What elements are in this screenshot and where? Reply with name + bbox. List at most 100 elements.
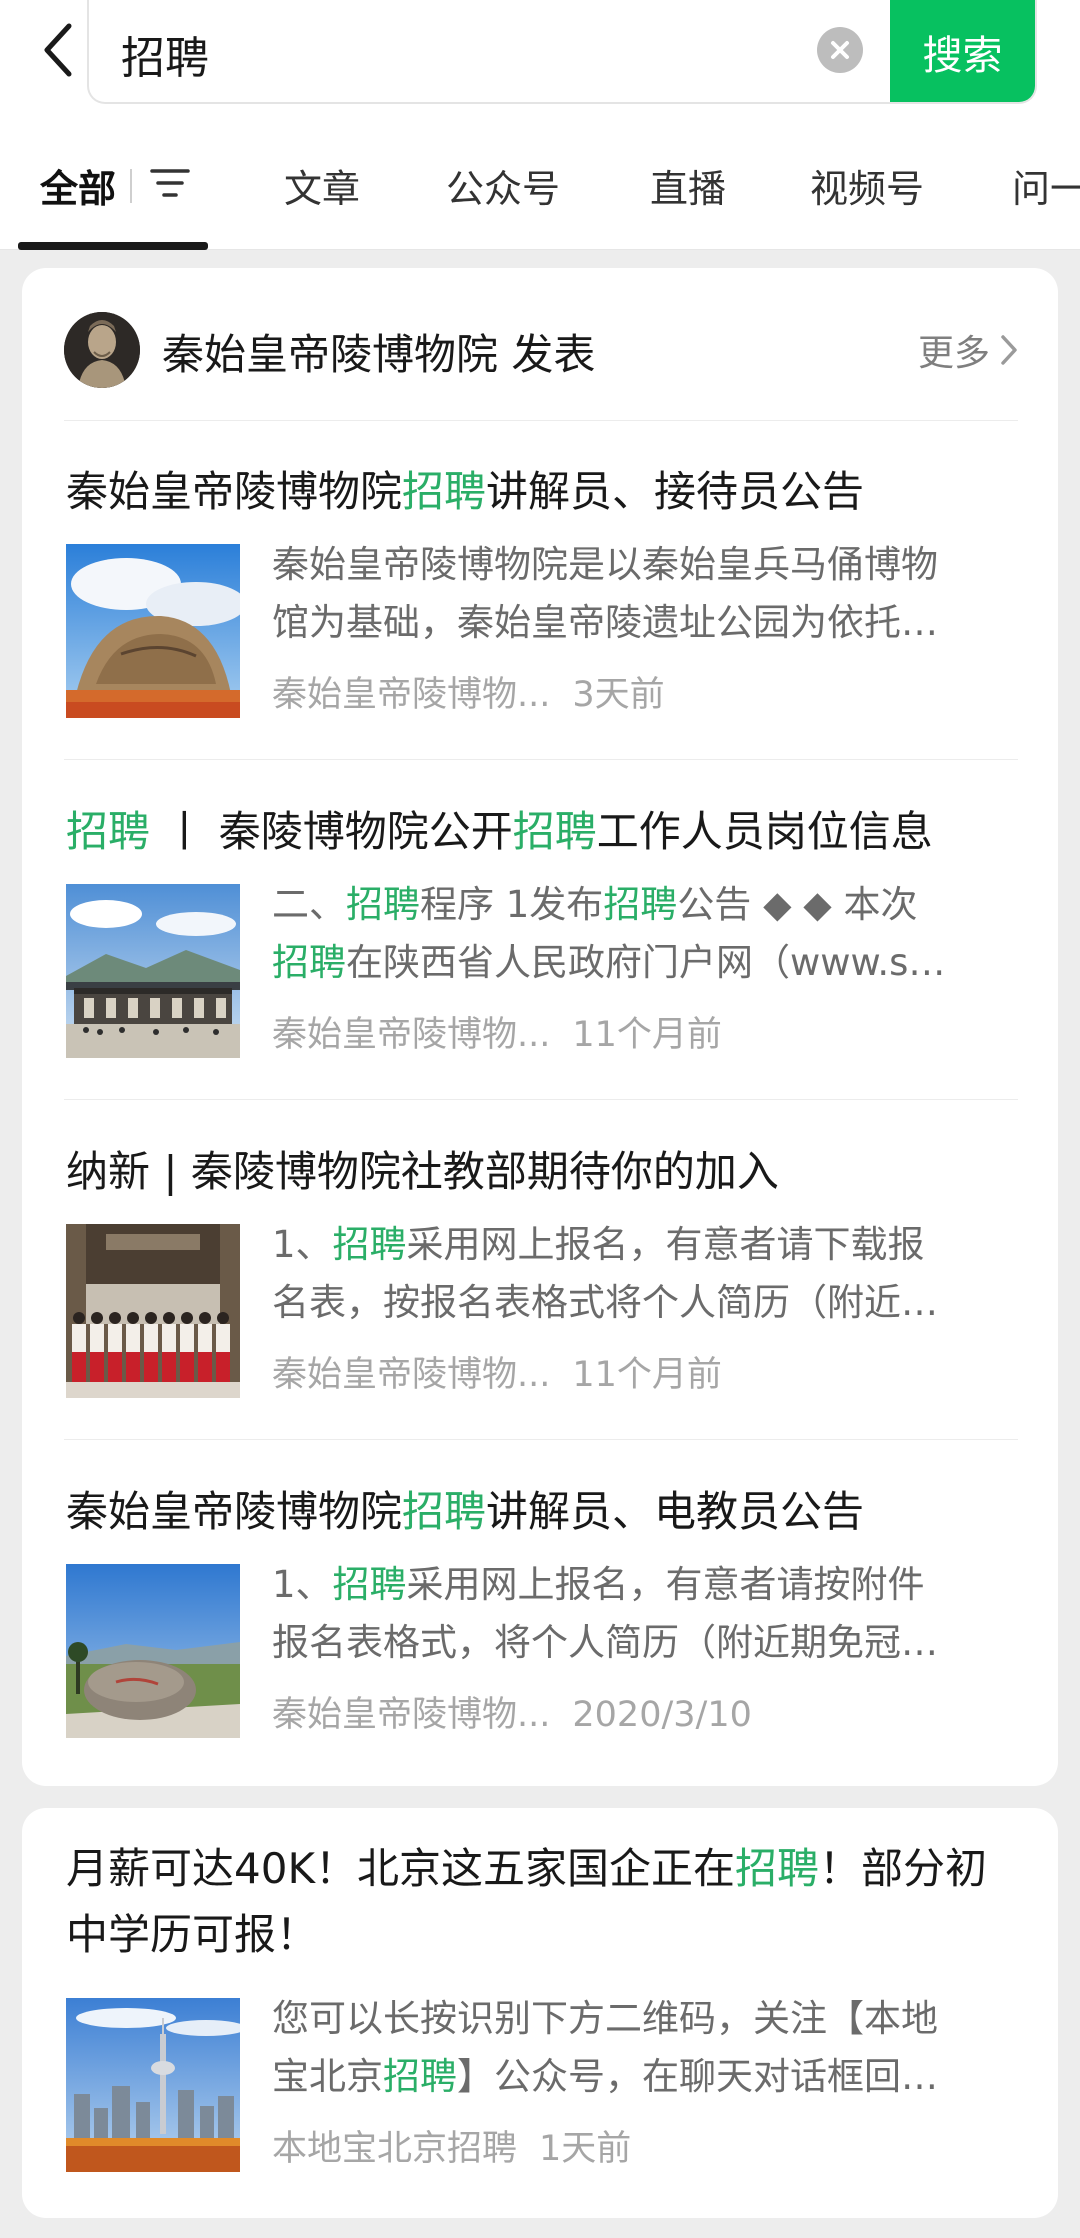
article-item[interactable]: 秦始皇帝陵博物院招聘讲解员、电教员公告 1、招聘采用网上报名，有意者请按附件 报… [22, 1440, 1058, 1780]
article-date: 11个月前 [572, 1355, 722, 1395]
text-segment: 月薪可达40K！北京这五家国企正在 [66, 1844, 735, 1893]
snippet-line: 二、招聘程序 1发布招聘公告 ◆ ◆ 本次 [272, 876, 1018, 934]
keyword-highlight: 招聘 [332, 1223, 407, 1266]
snippet-line: 招聘在陕西省人民政府门户网（www.s… [272, 934, 1018, 992]
snippet-line: 馆为基础，秦始皇帝陵遗址公园为依托… [272, 594, 1018, 652]
keyword-highlight: 招聘 [402, 467, 487, 516]
article-snippet: 您可以长按识别下方二维码，关注【本地 宝北京招聘】公众号，在聊天对话框回… [272, 1990, 1018, 2106]
article-item[interactable]: 纳新 | 秦陵博物院社教部期待你的加入 1、招聘采用网上报名，有意者请下载报 名… [22, 1100, 1058, 1440]
tab-ask[interactable]: 问一 [1012, 158, 1080, 213]
text-segment: 您可以长按识别下方二维码，关注【本地 [272, 1997, 938, 2040]
article-thumbnail [66, 1224, 240, 1398]
snippet-line: 宝北京招聘】公众号，在聊天对话框回… [272, 2048, 1018, 2106]
text-segment: 采用网上报名，有意者请下载报 [406, 1223, 925, 1266]
text-segment: 程序 1发布 [420, 883, 604, 926]
article-snippet: 二、招聘程序 1发布招聘公告 ◆ ◆ 本次 招聘在陕西省人民政府门户网（www.… [272, 876, 1018, 992]
text-segment: 纳新 | 秦陵博物院社教部期待你的加入 [66, 1147, 779, 1196]
tab-live[interactable]: 直播 [650, 158, 726, 213]
text-segment: 公告 ◆ ◆ 本次 [677, 883, 918, 926]
article-source: 秦始皇帝陵博物... [272, 675, 551, 715]
keyword-highlight: 招聘 [346, 883, 420, 926]
text-segment: 】公众号，在聊天对话框回… [457, 2055, 938, 2098]
article-item[interactable]: 招聘 丨 秦陵博物院公开招聘工作人员岗位信息 二、招聘程序 1发布招聘公告 ◆ … [22, 760, 1058, 1100]
article-source: 秦始皇帝陵博物... [272, 1695, 551, 1735]
article-title[interactable]: 秦始皇帝陵博物院招聘讲解员、电教员公告 [66, 1478, 864, 1539]
text-segment: 秦始皇帝陵博物院是以秦始皇兵马俑博物 [272, 543, 938, 586]
article-title[interactable]: 招聘 丨 秦陵博物院公开招聘工作人员岗位信息 [66, 798, 933, 859]
search-header: 招聘 搜索 [0, 0, 1080, 134]
more-link[interactable]: 更多 [918, 324, 1018, 376]
article-snippet: 秦始皇帝陵博物院是以秦始皇兵马俑博物 馆为基础，秦始皇帝陵遗址公园为依托… [272, 536, 1018, 652]
tab-articles[interactable]: 文章 [284, 158, 360, 213]
article-meta: 秦始皇帝陵博物... 3天前 [272, 666, 665, 717]
text-segment: 1、 [272, 1563, 333, 1606]
keyword-highlight: 招聘 [332, 1563, 407, 1606]
tab-channels[interactable]: 视频号 [810, 158, 924, 213]
article-date: 3天前 [572, 675, 665, 715]
text-segment: 讲解员、电教员公告 [486, 1487, 865, 1536]
text-segment: 秦始皇帝陵博物院 [66, 1487, 403, 1536]
article-date: 11个月前 [572, 1015, 722, 1055]
tab-official-accounts[interactable]: 公众号 [446, 158, 560, 213]
tab-label: 全部 [40, 167, 117, 211]
article-title[interactable]: 纳新 | 秦陵博物院社教部期待你的加入 [66, 1138, 779, 1199]
clear-icon[interactable] [817, 27, 863, 73]
article-source: 秦始皇帝陵博物... [272, 1355, 551, 1395]
article-thumbnail [66, 1564, 240, 1738]
article-thumbnail [66, 1998, 240, 2172]
article-title[interactable]: 秦始皇帝陵博物院招聘讲解员、接待员公告 [66, 458, 864, 519]
publisher-name: 秦始皇帝陵博物院 发表 [162, 330, 596, 379]
article-source: 秦始皇帝陵博物... [272, 1015, 551, 1055]
filter-icon[interactable] [150, 164, 190, 208]
article-snippet: 1、招聘采用网上报名，有意者请下载报 名表，按报名表格式将个人简历（附近… [272, 1216, 1018, 1332]
text-segment: 馆为基础，秦始皇帝陵遗址公园为依托… [272, 601, 938, 644]
keyword-highlight: 招聘 [735, 1844, 820, 1893]
snippet-line: 1、招聘采用网上报名，有意者请下载报 [272, 1216, 1018, 1274]
category-tabs: 全部 文章 公众号 直播 视频号 问一 [0, 134, 1080, 250]
snippet-line: 名表，按报名表格式将个人简历（附近… [272, 1274, 1018, 1332]
article-snippet: 1、招聘采用网上报名，有意者请按附件 报名表格式，将个人简历（附近期免冠… [272, 1556, 1018, 1672]
tab-divider [130, 168, 133, 203]
text-segment: 1、 [272, 1223, 333, 1266]
text-segment: 采用网上报名，有意者请按附件 [406, 1563, 925, 1606]
article-title[interactable]: 月薪可达40K！北京这五家国企正在招聘！部分初中学历可报！ [66, 1836, 1016, 1968]
search-input[interactable]: 招聘 搜索 [87, 0, 1037, 104]
text-segment: 宝北京 [272, 2055, 383, 2098]
article-source: 本地宝北京招聘 [272, 2129, 518, 2169]
text-segment: 讲解员、接待员公告 [486, 467, 865, 516]
article-meta: 秦始皇帝陵博物... 11个月前 [272, 1006, 722, 1057]
keyword-highlight: 招聘 [603, 883, 678, 926]
tab-all[interactable]: 全部 [40, 158, 190, 213]
chevron-right-icon [1001, 335, 1017, 365]
avatar[interactable] [64, 312, 140, 388]
keyword-highlight: 招聘 [272, 941, 346, 984]
keyword-highlight: 招聘 [66, 807, 151, 856]
more-label: 更多 [917, 333, 990, 374]
publisher-results-card: 秦始皇帝陵博物院 发表 更多 秦始皇帝陵博物院招聘讲解员、接待员公告 秦始皇帝陵… [22, 268, 1058, 1786]
keyword-highlight: 招聘 [383, 2055, 457, 2098]
article-meta: 本地宝北京招聘 1天前 [272, 2120, 631, 2171]
back-arrow-icon[interactable] [30, 20, 86, 80]
keyword-highlight: 招聘 [512, 807, 597, 856]
article-date: 1天前 [539, 2129, 632, 2169]
article-meta: 秦始皇帝陵博物... 11个月前 [272, 1346, 722, 1397]
active-tab-indicator [18, 242, 208, 250]
article-item[interactable]: 秦始皇帝陵博物院招聘讲解员、接待员公告 秦始皇帝陵博物院是以秦始皇兵马俑博物 馆… [22, 420, 1058, 760]
snippet-line: 您可以长按识别下方二维码，关注【本地 [272, 1990, 1018, 2048]
text-segment: 二、 [272, 883, 346, 926]
text-segment: 在陕西省人民政府门户网（www.s… [346, 941, 946, 984]
article-card[interactable]: 月薪可达40K！北京这五家国企正在招聘！部分初中学历可报！ 您可以长按识别下方二… [22, 1808, 1058, 2218]
article-thumbnail [66, 884, 240, 1058]
keyword-highlight: 招聘 [402, 1487, 487, 1536]
text-segment: 秦始皇帝陵博物院 [66, 467, 403, 516]
article-meta: 秦始皇帝陵博物... 2020/3/10 [272, 1686, 752, 1737]
text-segment: 名表，按报名表格式将个人简历（附近… [272, 1281, 938, 1324]
snippet-line: 秦始皇帝陵博物院是以秦始皇兵马俑博物 [272, 536, 1018, 594]
text-segment: 报名表格式，将个人简历（附近期免冠… [272, 1621, 938, 1664]
snippet-line: 报名表格式，将个人简历（附近期免冠… [272, 1614, 1018, 1672]
text-segment: 丨 秦陵博物院公开 [150, 807, 513, 856]
search-button[interactable]: 搜索 [890, 0, 1035, 102]
text-segment: 工作人员岗位信息 [596, 807, 933, 856]
publisher-header[interactable]: 秦始皇帝陵博物院 发表 更多 [22, 268, 1058, 420]
search-query[interactable]: 招聘 [121, 22, 209, 86]
